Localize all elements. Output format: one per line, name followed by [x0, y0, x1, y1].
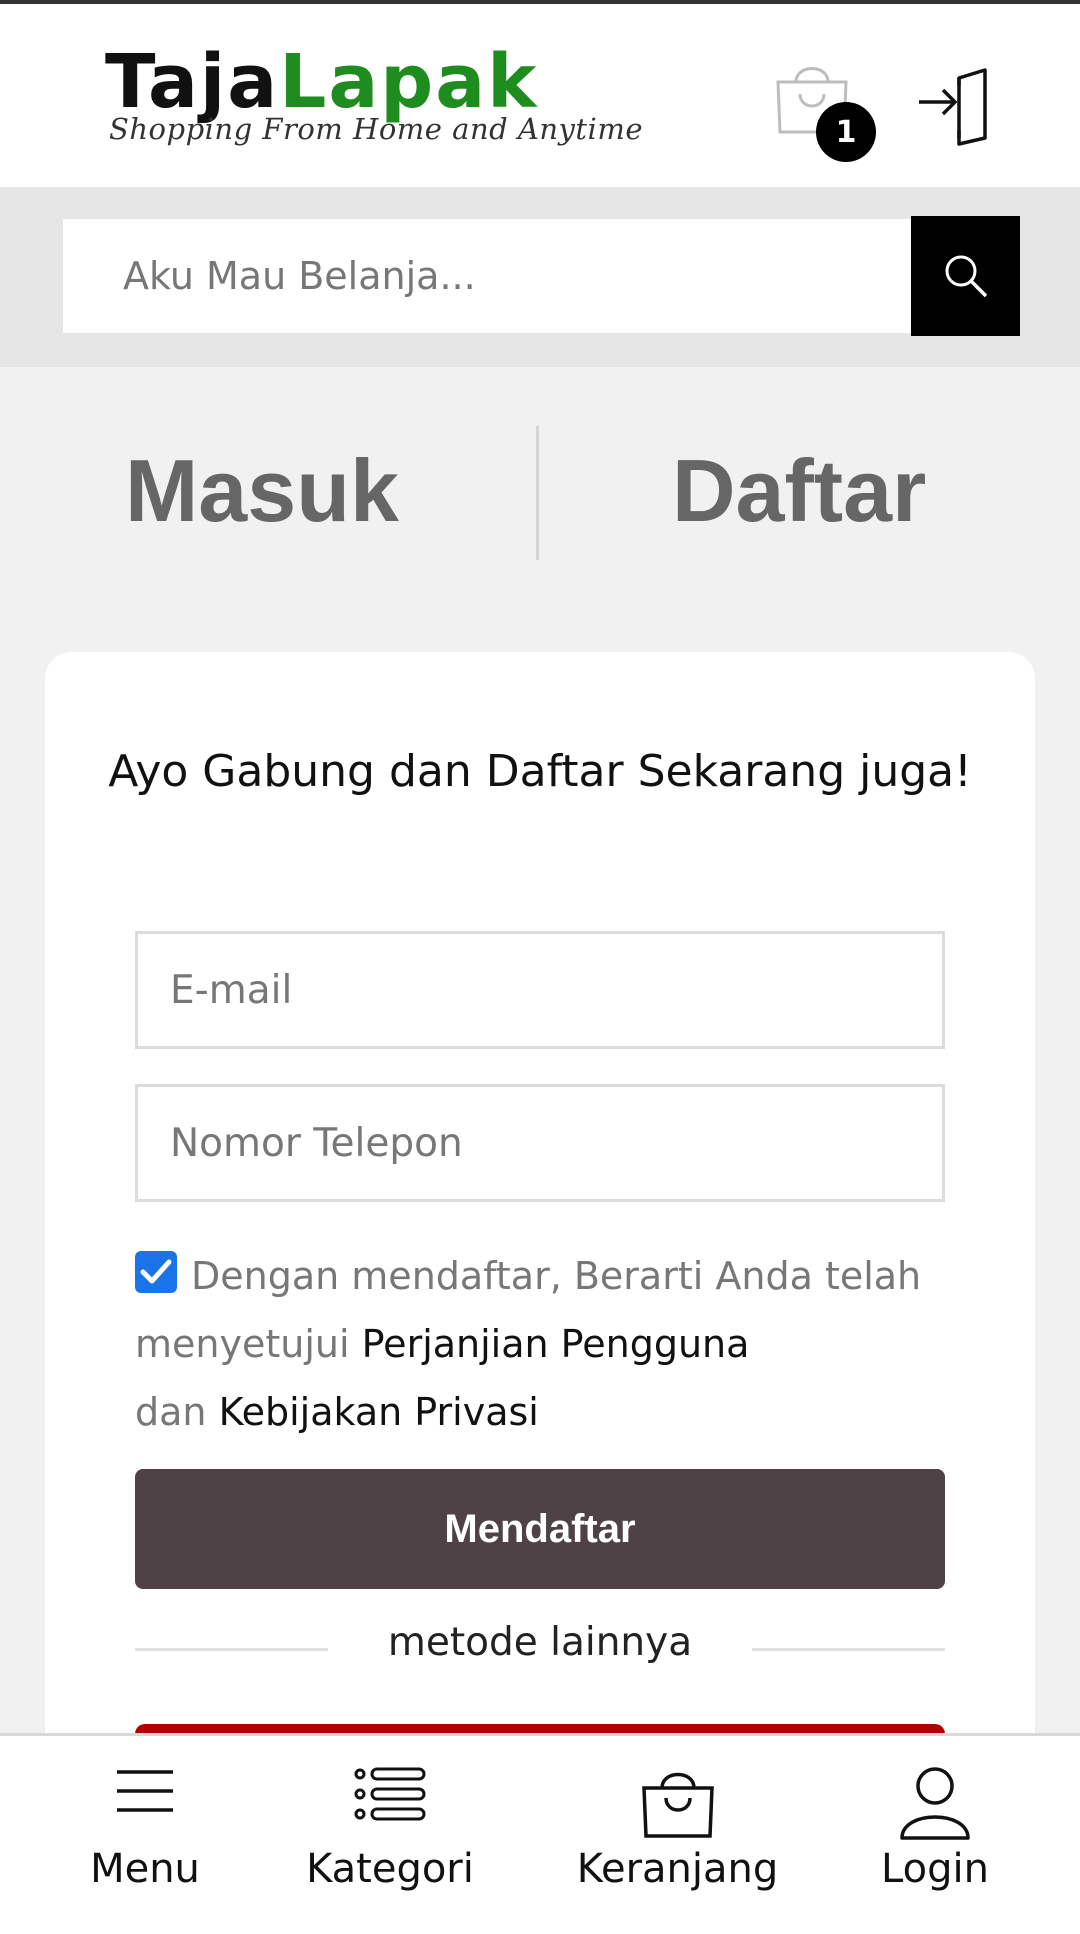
logo[interactable]: TajaLapak Shopping From Home and Anytime [105, 42, 645, 152]
divider-line-right [752, 1648, 945, 1651]
header-cart-button[interactable]: 1 [772, 56, 882, 166]
auth-tabs: Masuk Daftar [0, 420, 1080, 560]
logo-wordmark: TajaLapak [105, 42, 538, 122]
nav-label-login: Login [881, 1846, 989, 1892]
sign-in-icon [919, 68, 987, 146]
terms-text-2: dan [135, 1390, 207, 1434]
search-bar [0, 187, 1080, 367]
app-header: TajaLapak Shopping From Home and Anytime… [0, 4, 1080, 187]
user-agreement-link[interactable]: Perjanjian Pengguna [362, 1322, 750, 1366]
email-field[interactable] [135, 931, 945, 1049]
cart-count-badge: 1 [816, 102, 876, 162]
nav-item-keranjang[interactable]: Keranjang [565, 1736, 790, 1934]
phone-field[interactable] [135, 1084, 945, 1202]
register-title: Ayo Gabung dan Daftar Sekarang juga! [108, 746, 972, 797]
logo-tagline: Shopping From Home and Anytime [109, 112, 643, 146]
nav-label-keranjang: Keranjang [576, 1846, 779, 1892]
bottom-nav: Menu Kategori Keranjang Login [0, 1733, 1080, 1934]
user-icon [900, 1767, 970, 1840]
search-input[interactable] [63, 219, 911, 333]
tab-divider [536, 426, 539, 560]
other-methods-divider: metode lainnya [135, 1612, 945, 1682]
other-methods-label: metode lainnya [387, 1620, 693, 1665]
register-submit-button[interactable]: Mendaftar [135, 1469, 945, 1589]
nav-item-kategori[interactable]: Kategori [290, 1736, 490, 1934]
nav-item-login[interactable]: Login [850, 1736, 1020, 1934]
terms-agreement: Dengan mendaftar, Berarti Anda telah men… [135, 1242, 965, 1446]
nav-label-menu: Menu [90, 1846, 200, 1892]
tab-login[interactable]: Masuk [125, 440, 399, 542]
privacy-policy-link[interactable]: Kebijakan Privasi [219, 1390, 539, 1434]
nav-item-menu[interactable]: Menu [60, 1736, 230, 1934]
list-icon [354, 1767, 426, 1821]
search-icon [945, 255, 987, 298]
tab-register[interactable]: Daftar [672, 440, 926, 542]
shopping-bag-icon [642, 1772, 714, 1838]
search-button[interactable] [911, 216, 1020, 336]
hamburger-icon [117, 1770, 173, 1812]
header-login-button[interactable] [915, 66, 995, 146]
checkmark-icon [140, 1259, 172, 1284]
nav-label-kategori: Kategori [306, 1846, 474, 1892]
terms-checkbox[interactable] [135, 1251, 177, 1293]
